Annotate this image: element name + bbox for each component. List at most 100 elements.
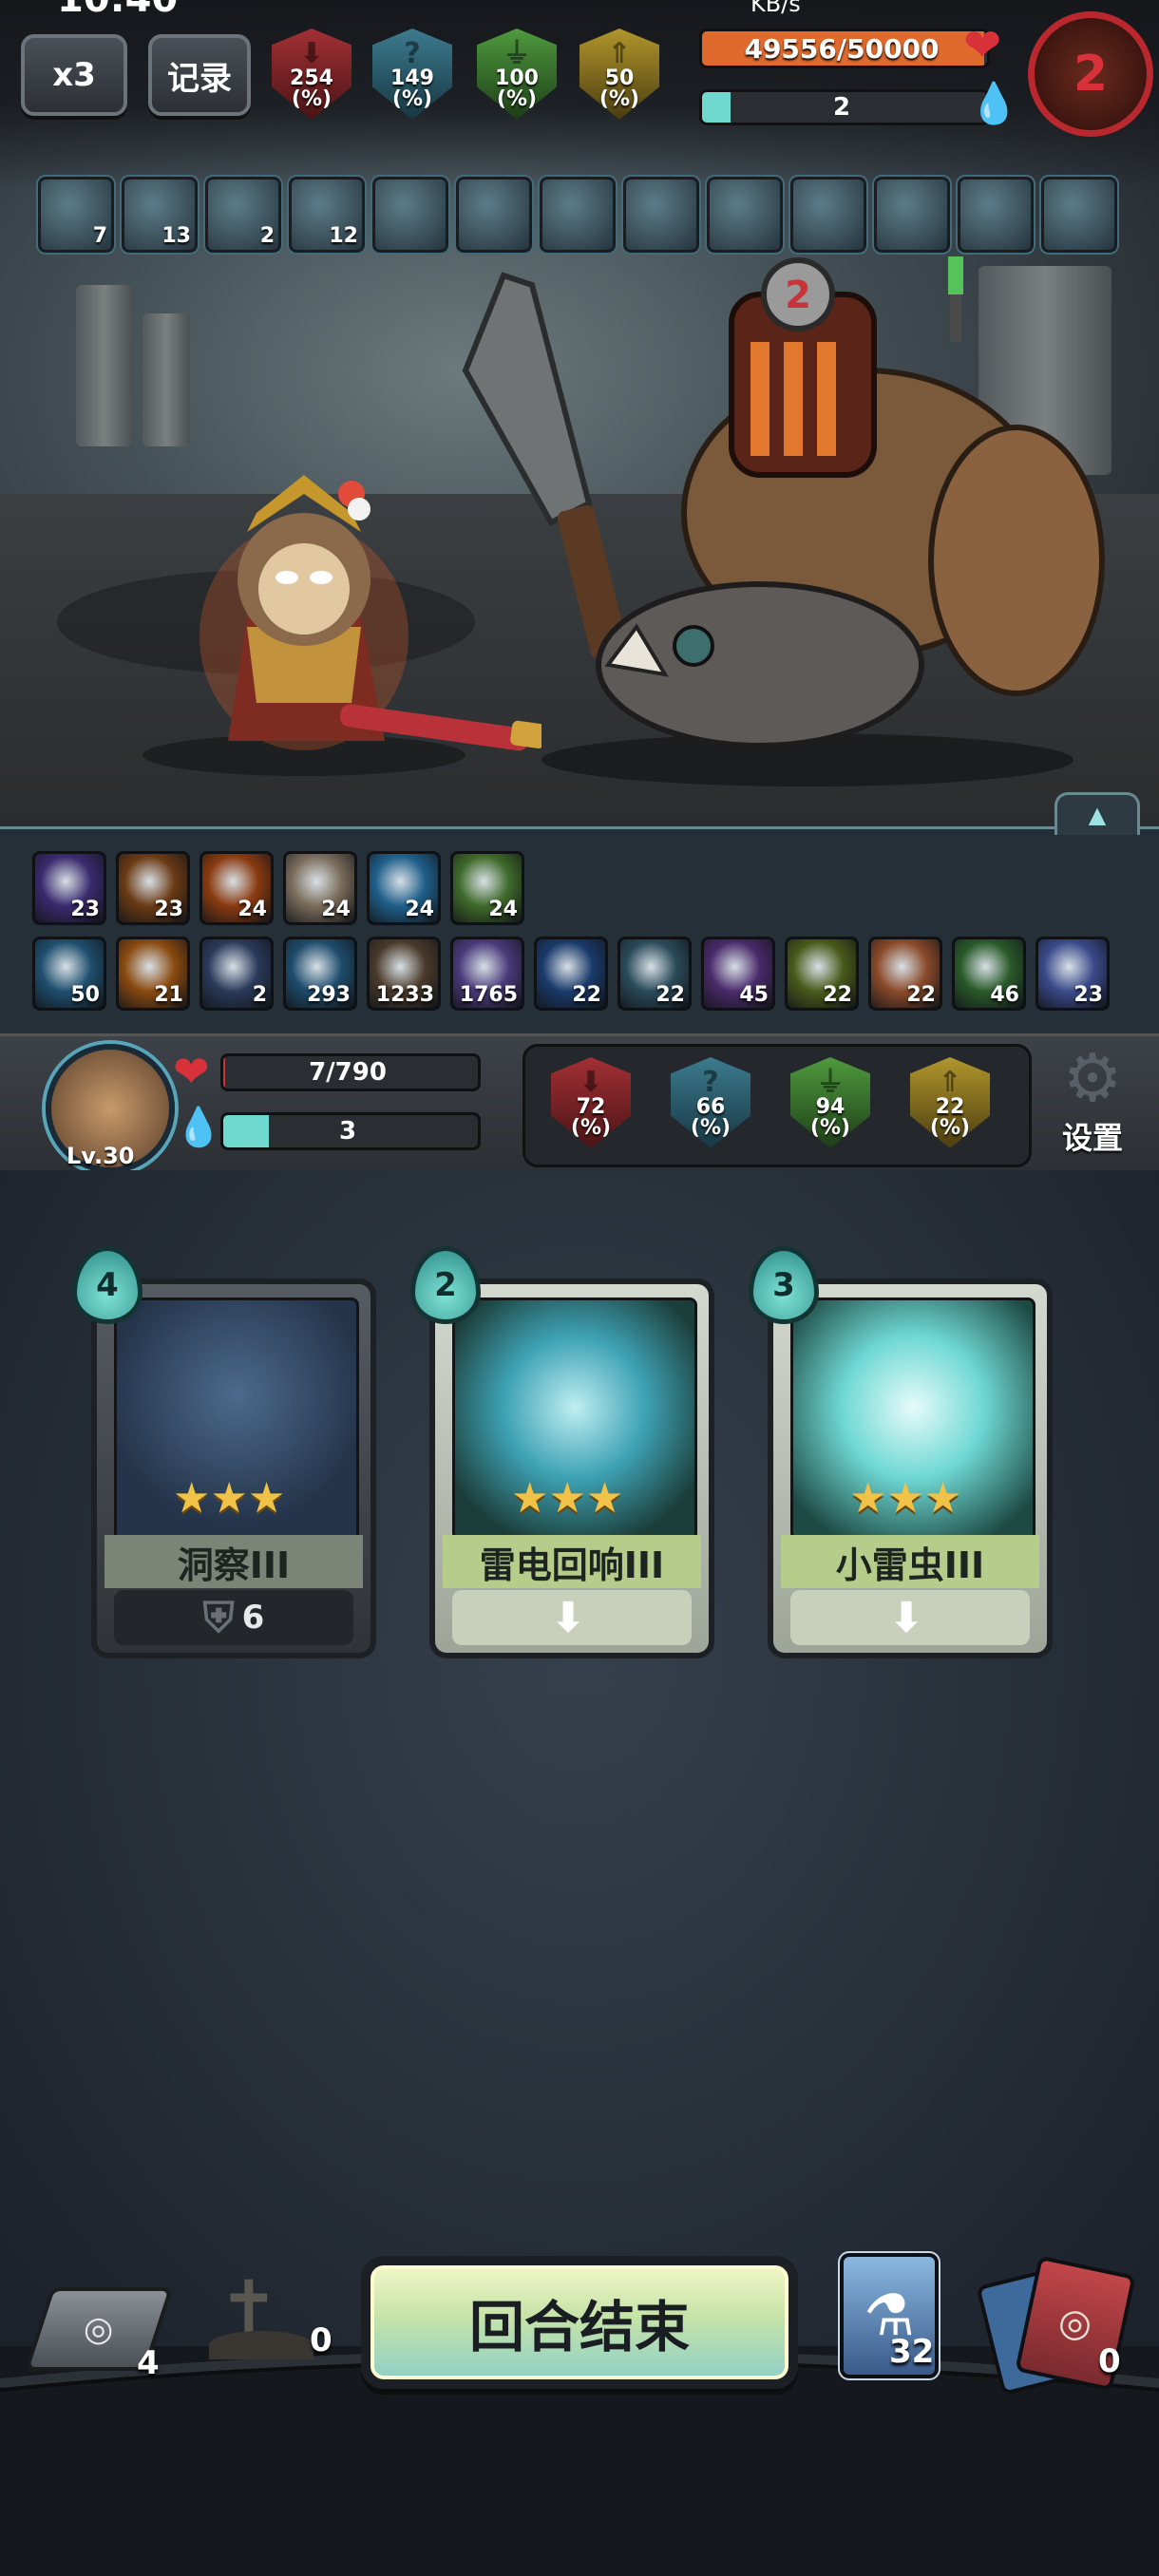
player-defense-value: 94 (815, 1095, 846, 1119)
enemy-heart-icon: ❤ (963, 19, 1002, 72)
lightning-icon[interactable]: 12 (287, 175, 367, 255)
graveyard-pile[interactable]: ✝ 0 (200, 2264, 342, 2369)
star-icon: ★ (923, 1474, 962, 1523)
card-footer-value: 6 (241, 1599, 265, 1637)
dark-helmet-icon[interactable] (956, 175, 1036, 255)
player-skill-row-2: 50 21 2 293 1233 1765 22 22 45 22 22 46 23 (32, 937, 1110, 1011)
skill-value: 23 (154, 898, 183, 921)
spikes-icon[interactable]: 1233 (367, 937, 441, 1011)
teacup-icon[interactable] (621, 175, 701, 255)
purple-slash-icon[interactable]: 23 (32, 851, 106, 925)
shield-icon: ⛨ (202, 1593, 235, 1642)
skill-value: 23 (70, 898, 100, 921)
player-crit-value: 66 (695, 1095, 726, 1119)
monkey-face-icon[interactable]: 24 (283, 851, 357, 925)
enemy-hp-text: 49556/50000 (744, 32, 940, 65)
star-icon: ★ (849, 1474, 887, 1523)
fang-icon[interactable] (370, 175, 450, 255)
defense-icon: ⏚ (503, 37, 531, 70)
player-level: Lv.30 (66, 1143, 135, 1169)
enemy-attack-unit: (%) (291, 87, 332, 111)
star-icon: ★ (173, 1474, 211, 1523)
buff-count: 7 (92, 224, 107, 248)
flame-icon[interactable]: 24 (200, 851, 274, 925)
green-orb-icon[interactable] (538, 175, 618, 255)
enemy-speed-unit: (%) (598, 87, 640, 111)
skill-value: 293 (307, 983, 351, 1007)
enemy-speed-value: 50 (604, 66, 635, 90)
player-attack-value: 72 (576, 1095, 606, 1119)
skill-value: 21 (154, 983, 183, 1007)
potion-button[interactable]: ⚗ 32 (836, 2251, 940, 2380)
card-stars: ★★★ (173, 1474, 285, 1523)
target-crosshair-icon[interactable]: 13 (120, 175, 200, 255)
gear-icon: ⚙ (1062, 1039, 1123, 1117)
star-icon: ★ (548, 1474, 586, 1523)
card-footer: ⬇ (790, 1590, 1030, 1645)
fire-blade-icon[interactable]: 23 (116, 851, 190, 925)
star-icon: ★ (247, 1474, 286, 1523)
hand-card[interactable]: ★★★ 小雷虫III ⬇ (768, 1279, 1053, 1658)
question-ghost-icon[interactable]: 2 (203, 175, 283, 255)
enemy-defense-value: 100 (495, 66, 539, 90)
armor-figure-icon[interactable] (454, 175, 534, 255)
purple-ghost-icon[interactable]: 1765 (450, 937, 524, 1011)
discard-count: 0 (1098, 2342, 1121, 2380)
draw-pile-count: 4 (137, 2344, 160, 2382)
speed-icon: ⇑ (607, 37, 632, 70)
enemy-attack-value: 254 (290, 66, 333, 90)
enemy-level-badge: 2 (1073, 46, 1109, 103)
buff-count: 12 (329, 224, 358, 248)
enemy-portrait[interactable]: 2 (1028, 11, 1153, 137)
enemy-defense-unit: (%) (496, 87, 538, 111)
hand-card[interactable]: ★★★ 洞察III ⛨ 6 (91, 1279, 376, 1658)
draw-pile[interactable]: ◎ 4 (24, 2280, 174, 2382)
collapse-panel-button[interactable]: ▲ (1054, 792, 1140, 835)
end-turn-button[interactable]: 回合结束 (361, 2256, 798, 2389)
crit-icon: ? (404, 37, 421, 70)
triangle-spark-icon[interactable]: 2 (200, 937, 274, 1011)
glove-icon[interactable] (788, 175, 868, 255)
blue-shield-icon[interactable]: 293 (283, 937, 357, 1011)
skill-value: 50 (70, 983, 100, 1007)
enemy-crit-value: 149 (390, 66, 434, 90)
leaf-icon[interactable]: 24 (450, 851, 524, 925)
skill-value: 22 (572, 983, 601, 1007)
down-arrow-icon: ⬇ (550, 1593, 586, 1642)
settings-button[interactable]: ⚙ 设置 (1045, 1042, 1140, 1165)
fireball-icon[interactable]: 21 (116, 937, 190, 1011)
gear-ring-icon[interactable] (705, 175, 785, 255)
enemy-energy-text: 2 (832, 93, 851, 122)
record-button[interactable]: 记录 (148, 34, 251, 116)
boar-icon[interactable] (1039, 175, 1119, 255)
star-icon: ★ (886, 1474, 924, 1523)
lightning-orb-icon[interactable]: 24 (367, 851, 441, 925)
player-heart-icon: ❤ (173, 1046, 210, 1097)
green-blade-icon[interactable]: 46 (952, 937, 1026, 1011)
boss-armored-brute[interactable]: 2 (446, 256, 1130, 788)
red-gauntlet-icon[interactable] (872, 175, 952, 255)
player-energy-drop-icon: 💧 (175, 1106, 222, 1149)
purple-beast-icon[interactable]: 45 (701, 937, 775, 1011)
blue-shield-icon[interactable]: 7 (36, 175, 116, 255)
card-stars: ★★★ (849, 1474, 961, 1523)
staff-icon[interactable]: 22 (618, 937, 692, 1011)
status-net: KB/s (750, 0, 801, 17)
player-attack-unit: (%) (570, 1116, 612, 1140)
player-speed-unit: (%) (929, 1116, 971, 1140)
skill-value: 23 (1074, 983, 1103, 1007)
skill-value: 1765 (459, 983, 518, 1007)
green-tree-icon[interactable]: 22 (785, 937, 859, 1011)
blue-spirit-icon[interactable]: 50 (32, 937, 106, 1011)
hand-card[interactable]: ★★★ 雷电回响III ⬇ (429, 1279, 714, 1658)
light-beam-icon[interactable]: 22 (534, 937, 608, 1011)
speed-button[interactable]: x3 (21, 34, 127, 116)
rainbow-flame-icon[interactable]: 22 (868, 937, 942, 1011)
enemy-crit-unit: (%) (391, 87, 433, 111)
white-ghost-icon[interactable]: 23 (1036, 937, 1110, 1011)
card-footer: ⬇ (452, 1590, 692, 1645)
discard-pile[interactable]: ◎ 0 (976, 2255, 1150, 2396)
skill-value: 24 (405, 898, 434, 921)
player-skill-row-1: 23 23 24 24 24 24 (32, 851, 524, 925)
skill-value: 24 (488, 898, 518, 921)
